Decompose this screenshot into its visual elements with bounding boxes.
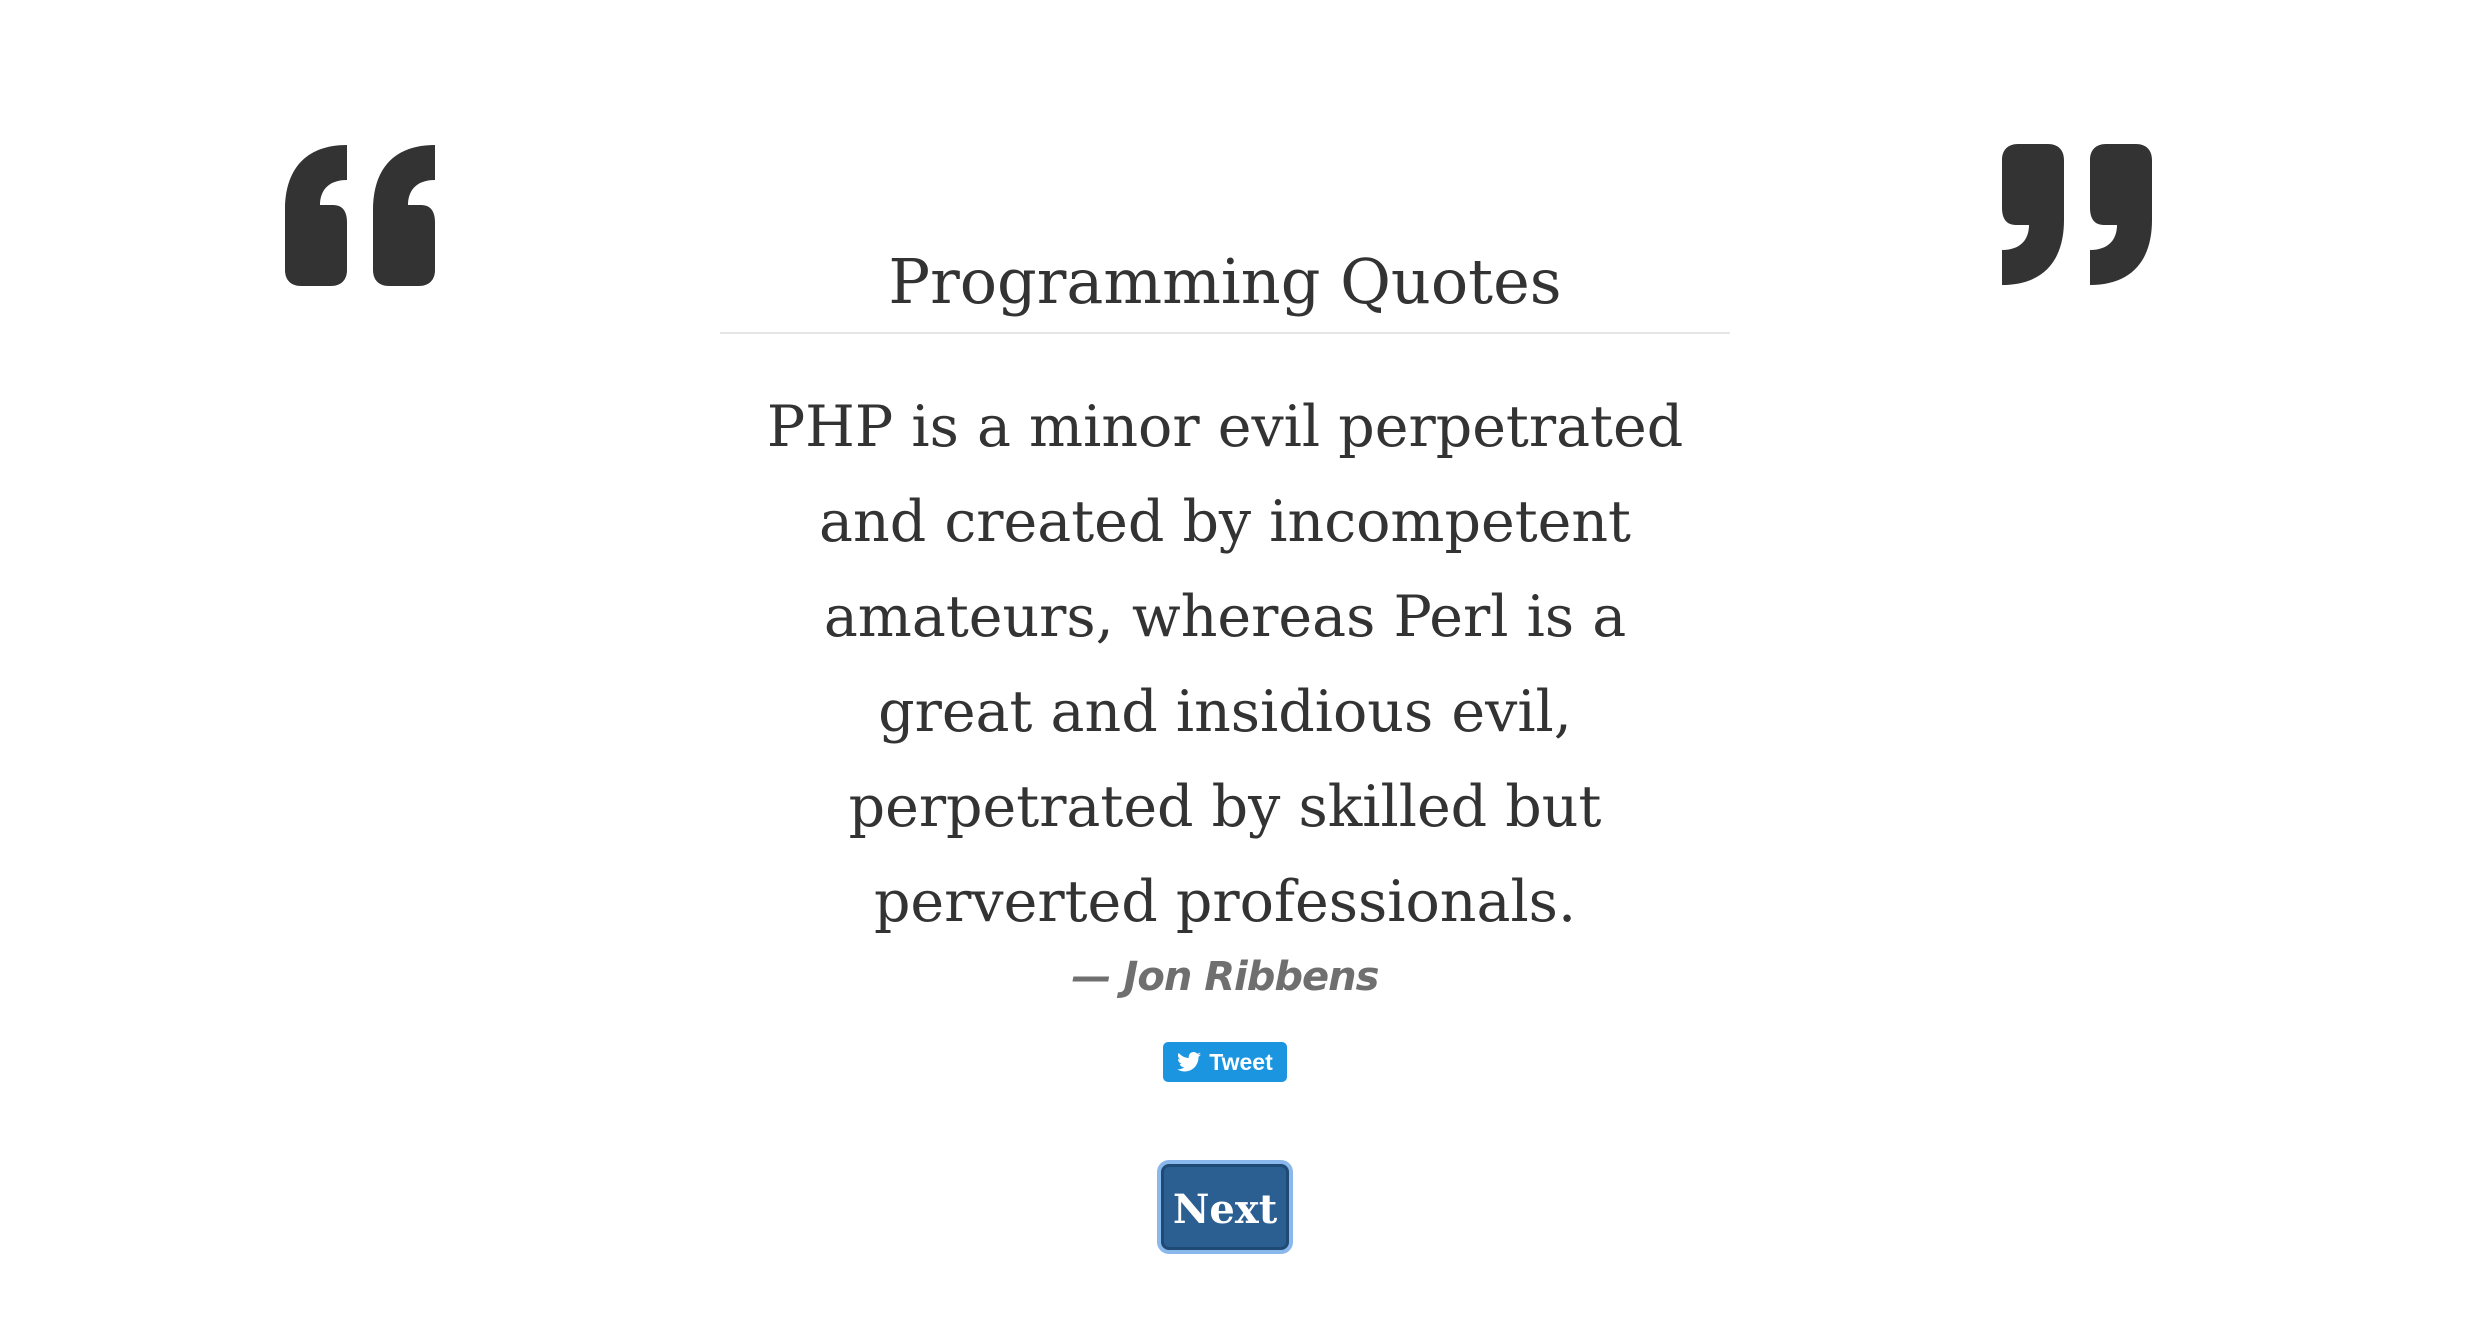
twitter-bird-icon <box>1177 1052 1202 1072</box>
title-divider <box>720 332 1730 334</box>
quote-author: — Jon Ribbens <box>1071 954 1380 1000</box>
tweet-label: Tweet <box>1209 1048 1273 1075</box>
page-title: Programming Quotes <box>888 245 1562 318</box>
next-container: Next <box>720 1164 1730 1250</box>
quote-text: PHP is a minor evil perpetrated and crea… <box>766 394 1684 935</box>
close-quote-icon <box>1992 140 2162 290</box>
open-quote-icon <box>275 140 445 290</box>
next-button[interactable]: Next <box>1161 1164 1289 1250</box>
tweet-button[interactable]: Tweet <box>1163 1042 1287 1082</box>
tweet-container: Tweet <box>720 1042 1730 1084</box>
quote-panel: Programming Quotes PHP is a minor evil p… <box>720 220 1730 1250</box>
